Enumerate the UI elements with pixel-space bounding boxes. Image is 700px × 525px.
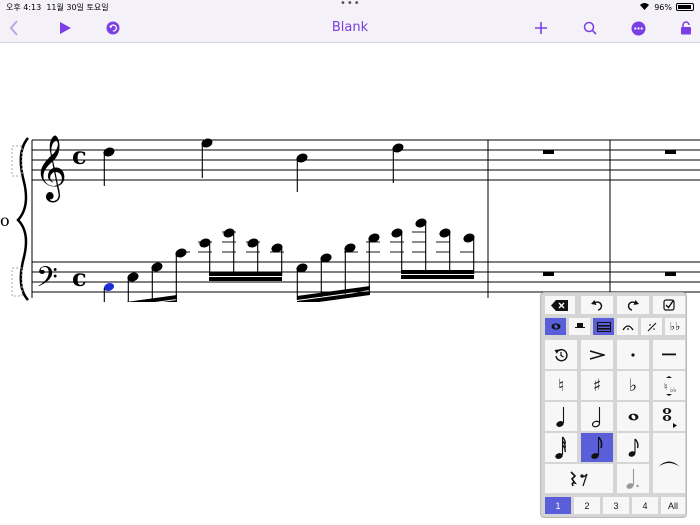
enharmonic-icon[interactable]: ♮ ♭♭: [653, 371, 685, 400]
bass-notes-group-2: [199, 228, 283, 281]
checkbox-icon[interactable]: [653, 296, 685, 314]
battery-percent: 96%: [654, 2, 672, 12]
svg-text:♮: ♮: [664, 382, 668, 393]
lock-icon[interactable]: [676, 14, 696, 42]
eighth-note-small-icon[interactable]: [617, 433, 649, 462]
natural-icon[interactable]: ♮: [545, 371, 577, 400]
treble-notes: [103, 138, 404, 192]
voice-tab-2[interactable]: 2: [574, 497, 600, 514]
top-toolbar: Blank: [0, 14, 700, 43]
redo-icon[interactable]: [617, 296, 649, 314]
svg-text:♭♭: ♭♭: [670, 386, 677, 394]
whole-rest: [543, 272, 554, 276]
flat-icon[interactable]: ♭: [617, 371, 649, 400]
search-icon[interactable]: [580, 14, 600, 42]
sharp-icon[interactable]: ♯: [581, 371, 613, 400]
ellipsis-circle-icon[interactable]: [628, 14, 648, 42]
chevron-left-icon[interactable]: [4, 14, 24, 42]
whole-rest: [665, 150, 676, 154]
tie-mode[interactable]: [617, 318, 638, 335]
whole-note-icon[interactable]: [617, 402, 649, 431]
note-entry-palette: ♭♭ ♮ ♯ ♭ ♮ ♭♭ 1 2 3 4 All: [540, 292, 687, 518]
ledger-lines: [176, 231, 474, 253]
dotted-half-icon[interactable]: [617, 464, 649, 493]
accent-icon[interactable]: [581, 340, 613, 369]
bass-clef: 𝄢: [36, 261, 58, 301]
whole-rest: [543, 150, 554, 154]
rest-mode[interactable]: [569, 318, 590, 335]
undo-circle-icon[interactable]: [103, 14, 123, 42]
beam-mode[interactable]: [593, 318, 614, 335]
rest-combo-icon[interactable]: [545, 464, 613, 493]
delete-icon[interactable]: [545, 296, 575, 314]
status-bar: 오후 4:13 11월 30일 토요일 ••• 96%: [0, 0, 700, 14]
tenuto-icon[interactable]: [653, 340, 685, 369]
quarter-note-icon[interactable]: [545, 402, 577, 431]
bass-notes-group-4: [391, 218, 475, 279]
double-flat-mode[interactable]: ♭♭: [665, 318, 685, 335]
slash-mode[interactable]: [641, 318, 662, 335]
treble-clef: 𝄞: [34, 135, 67, 202]
time-signature-bass: c: [72, 263, 87, 292]
battery-icon: [676, 3, 694, 11]
play-icon[interactable]: [54, 14, 76, 42]
document-title[interactable]: Blank: [300, 14, 400, 42]
chord-note-icon[interactable]: [653, 402, 685, 431]
treble-staff: [32, 139, 700, 181]
sixty-fourth-note-icon[interactable]: [545, 433, 577, 462]
half-note-icon[interactable]: [581, 402, 613, 431]
undo-icon[interactable]: [581, 296, 613, 314]
grand-staff-brace: [16, 137, 29, 301]
voice-tab-4[interactable]: 4: [632, 497, 658, 514]
time-reset-icon[interactable]: [545, 340, 577, 369]
wifi-icon: [639, 2, 650, 12]
eighth-note-icon[interactable]: [581, 433, 613, 462]
whole-note-mode[interactable]: [545, 318, 566, 335]
whole-rest: [665, 272, 676, 276]
plus-icon[interactable]: [531, 14, 551, 42]
time-signature-treble: c: [72, 141, 87, 170]
staccato-icon[interactable]: [617, 340, 649, 369]
bass-notes-group-1: [103, 248, 187, 302]
voice-tab-3[interactable]: 3: [603, 497, 629, 514]
status-time: 오후 4:13 11월 30일 토요일: [6, 3, 109, 12]
part-label: o: [0, 211, 10, 230]
slur-icon[interactable]: [653, 433, 685, 493]
status-right: 96%: [639, 2, 694, 12]
voice-tab-1[interactable]: 1: [545, 497, 571, 514]
multitask-dots[interactable]: •••: [340, 0, 361, 9]
voice-tab-all[interactable]: All: [661, 497, 685, 514]
score-canvas[interactable]: o 𝄞 𝄢 c c: [0, 42, 700, 302]
